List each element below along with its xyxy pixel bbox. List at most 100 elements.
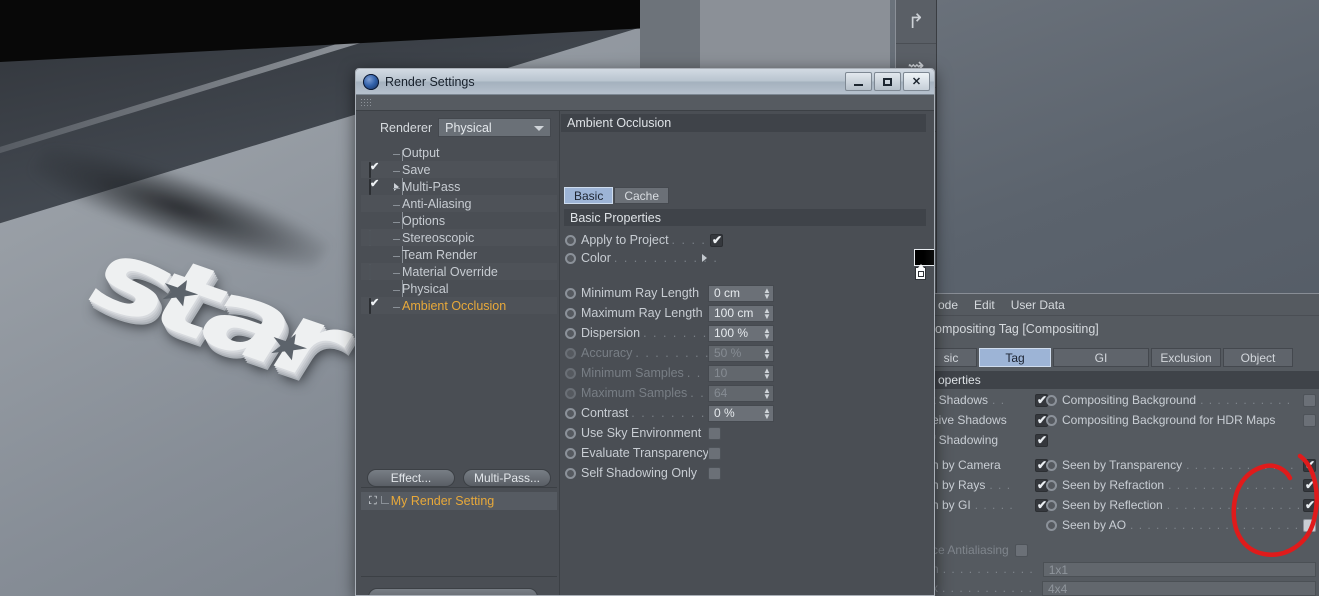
attribute-manager-menubar[interactable]: ode Edit User Data [932,294,1319,316]
use-sky-environment-radio-icon[interactable] [565,427,576,439]
contrast-radio-icon[interactable] [565,407,576,419]
seen-by-transparency-radio-icon[interactable] [1046,459,1057,471]
ao-row-minimum-ray-length-field[interactable]: 0 cm ▲ ▼ [708,284,774,302]
tree-item-physical[interactable]: Physical [361,280,557,297]
window-titlebar[interactable]: Render Settings ✕ [356,69,934,95]
row-seen-by-reflection-checkbox[interactable] [1303,498,1316,512]
render-settings-window[interactable]: Render Settings ✕ Renderer Physical Outp… [355,68,935,596]
spinner-icon-min-ray[interactable]: ▲ ▼ [763,286,771,301]
tab-gi[interactable]: GI [1053,348,1149,367]
ao-tab-cache[interactable]: Cache [614,187,670,204]
render-setting-row[interactable]: ⛶ My Render Setting [361,492,557,510]
row-compositing-background-hdr[interactable]: Compositing Background for HDR Maps [1046,411,1316,429]
ao-row-maximum-ray-length-field[interactable]: 100 cm ▲ ▼ [708,304,774,322]
color-radio-icon[interactable] [565,252,576,264]
tree-item-ambient-occlusion-checkbox[interactable] [369,297,371,314]
row-self-shadowing[interactable]: f Shadowing [932,431,1048,449]
spinner-icon-max-ray[interactable]: ▲ ▼ [763,306,771,321]
tab-tag[interactable]: Tag [979,348,1051,367]
row-cast-shadows[interactable]: t Shadows . . [932,391,1048,409]
ao-tab-basic[interactable]: Basic [564,187,614,204]
maximum-ray-length-radio-icon[interactable] [565,307,576,319]
tree-item-material-override[interactable]: Material Override [361,263,557,280]
ao-row-maximum-ray-length[interactable]: Maximum Ray Length 100 cm ▲ ▼ [565,304,934,322]
row-seen-by-transparency[interactable]: Seen by Transparency . . . . . . . . . .… [1046,456,1316,474]
row-receive-shadows[interactable]: eive Shadows [932,411,1048,429]
menu-mode[interactable]: ode [938,298,958,312]
row-max-antialiasing[interactable]: x . . . . . . . . . . . . 4x4 [932,579,1316,596]
menu-user-data[interactable]: User Data [1011,298,1065,312]
row-seen-by-camera[interactable]: n by Camera [932,456,1048,474]
seen-by-refraction-radio-icon[interactable] [1046,479,1057,491]
ao-row-color[interactable]: Color . . . . . . . . . . . [565,249,934,280]
window-toolbar[interactable] [356,95,934,111]
row-seen-by-transparency-checkbox[interactable] [1303,458,1316,472]
row-self-shadowing-checkbox[interactable] [1035,433,1048,447]
minimize-button[interactable] [845,72,872,91]
ao-row-self-shadowing-only-checkbox[interactable] [708,466,721,480]
compositing-background-hdr-radio-icon[interactable] [1046,414,1057,426]
color-expand-arrow-icon[interactable] [702,254,707,262]
row-seen-by-ao[interactable]: Seen by AO . . . . . . . . . . . . . . .… [1046,516,1316,534]
window-controls[interactable]: ✕ [845,72,930,91]
attribute-manager-tabs[interactable]: sic Tag GI Exclusion Object Buffer [925,348,1295,384]
tree-item-stereoscopic-checkbox[interactable] [369,229,371,246]
ao-row-minimum-ray-length[interactable]: Minimum Ray Length 0 cm ▲ ▼ [565,284,934,302]
ao-row-use-sky-environment-checkbox[interactable] [708,426,721,440]
ao-row-contrast-field[interactable]: 0 % ▲ ▼ [708,404,774,422]
tree-item-material-override-checkbox[interactable] [369,263,371,280]
compositing-background-radio-icon[interactable] [1046,394,1057,406]
tree-item-anti-aliasing[interactable]: Anti-Aliasing [361,195,557,212]
ao-row-contrast[interactable]: Contrast . . . . . . . . . . 0 % ▲ ▼ [565,404,934,422]
tree-item-multi-pass-checkbox[interactable] [369,178,371,195]
tree-item-options[interactable]: Options [361,212,557,229]
close-button[interactable]: ✕ [903,72,930,91]
row-seen-by-refraction[interactable]: Seen by Refraction . . . . . . . . . . .… [1046,476,1316,494]
tree-item-stereoscopic[interactable]: Stereoscopic [361,229,557,246]
tree-item-output[interactable]: Output [361,144,557,161]
row-force-antialiasing-checkbox[interactable] [1014,543,1028,557]
drag-grip-icon[interactable] [360,97,372,108]
row-compositing-background-hdr-checkbox[interactable] [1303,413,1316,427]
render-settings-tree[interactable]: Output Save Multi-Pass Anti-Aliasing [361,144,557,314]
tree-item-save[interactable]: Save [361,161,557,178]
seen-by-ao-radio-icon[interactable] [1046,519,1057,531]
row-seen-by-gi[interactable]: n by GI . . . . . [932,496,1048,514]
menu-edit[interactable]: Edit [974,298,995,312]
ao-row-apply-to-project[interactable]: Apply to Project . . . . [565,231,925,249]
toolstrip-button-render-queue[interactable]: ↱ [896,0,936,44]
effect-button[interactable]: Effect... [367,469,455,487]
ao-row-use-sky-environment[interactable]: Use Sky Environment [565,424,934,442]
row-min-antialiasing-field[interactable]: 1x1 [1042,561,1316,577]
row-force-antialiasing[interactable]: ce Antialiasing [932,541,1062,559]
ao-row-dispersion[interactable]: Dispersion . . . . . . . . 100 % ▲ ▼ [565,324,934,342]
row-seen-by-reflection[interactable]: Seen by Reflection . . . . . . . . . . .… [1046,496,1316,514]
self-shadowing-only-radio-icon[interactable] [565,467,576,479]
attribute-manager-panel[interactable]: ode Edit User Data ompositing Tag [Compo… [925,293,1319,596]
row-seen-by-ao-checkbox[interactable] [1303,518,1316,532]
tab-object-buffer[interactable]: Object Buffer [1223,348,1293,384]
tree-item-multi-pass[interactable]: Multi-Pass [361,178,557,195]
maximize-button[interactable] [874,72,901,91]
minimum-ray-length-radio-icon[interactable] [565,287,576,299]
row-compositing-background-checkbox[interactable] [1303,393,1316,407]
ao-row-self-shadowing-only[interactable]: Self Shadowing Only [565,464,934,482]
tree-item-ambient-occlusion[interactable]: Ambient Occlusion [361,297,557,314]
row-compositing-background[interactable]: Compositing Background . . . . . . . . .… [1046,391,1316,409]
row-max-antialiasing-field[interactable]: 4x4 [1042,580,1316,596]
ao-row-evaluate-transparency[interactable]: Evaluate Transparency [565,444,934,462]
ao-row-dispersion-field[interactable]: 100 % ▲ ▼ [708,324,774,342]
spinner-icon-contrast[interactable]: ▲ ▼ [763,406,771,421]
seen-by-reflection-radio-icon[interactable] [1046,499,1057,511]
tree-item-team-render[interactable]: Team Render [361,246,557,263]
tree-item-save-checkbox[interactable] [369,161,371,178]
ao-row-apply-to-project-checkbox[interactable] [710,233,723,247]
ao-panel-tabs[interactable]: Basic Cache [564,187,670,204]
row-seen-by-rays[interactable]: n by Rays . . . [932,476,1048,494]
row-seen-by-refraction-checkbox[interactable] [1303,478,1316,492]
spinner-icon-dispersion[interactable]: ▲ ▼ [763,326,771,341]
tab-exclusion[interactable]: Exclusion [1151,348,1221,367]
renderer-dropdown[interactable]: Physical [438,118,551,137]
ao-row-evaluate-transparency-checkbox[interactable] [708,446,721,460]
row-min-antialiasing[interactable]: n . . . . . . . . . . . . 1x1 [932,560,1316,578]
